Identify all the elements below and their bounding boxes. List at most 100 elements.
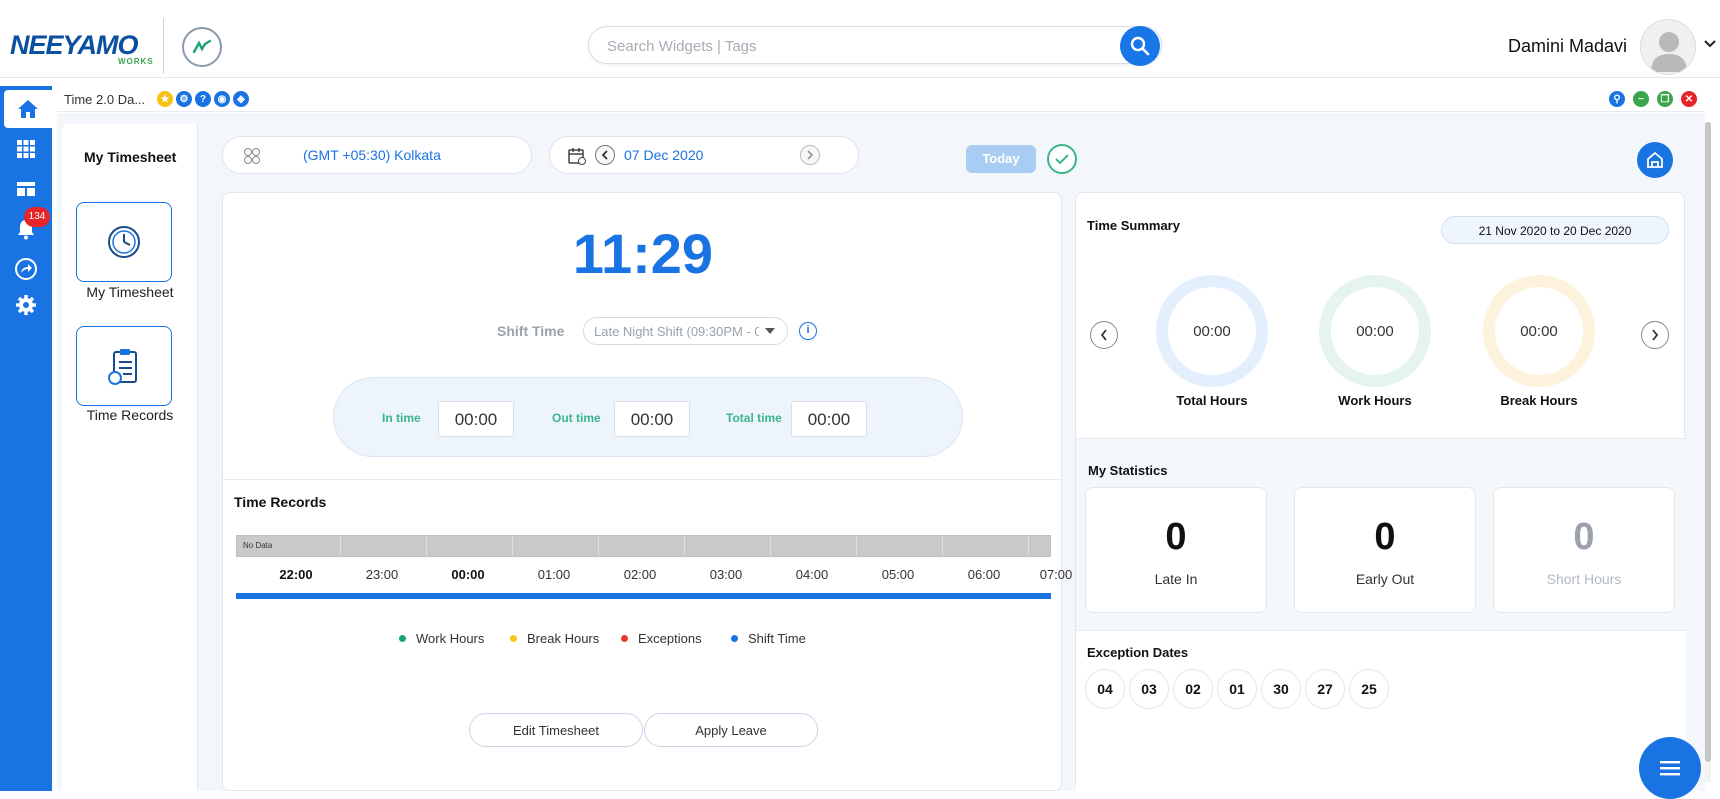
search-input[interactable] (607, 35, 1087, 57)
user-name[interactable]: Damini Madavi (1508, 36, 1627, 57)
close-icon[interactable]: ✕ (1681, 91, 1697, 107)
total-hours-label: Total Hours (1176, 393, 1248, 408)
timeline-hour-label: 22:00 (279, 567, 313, 582)
widget-titlebar: Time 2.0 Da... ★ ⚙ ? ◉ ◈ ⚲ − ❐ ✕ (57, 86, 1705, 112)
timeline-gridline (942, 536, 943, 558)
total-hours-ring: 00:00 (1156, 275, 1268, 387)
search-icon (1130, 36, 1150, 56)
left-sidebar (0, 86, 52, 791)
legend-work-hours: Work Hours (399, 631, 484, 646)
in-time-field[interactable]: 00:00 (438, 401, 514, 437)
search-button[interactable] (1120, 26, 1160, 66)
legend-label: Break Hours (527, 631, 600, 646)
date-value[interactable]: 07 Dec 2020 (624, 147, 703, 163)
work-hours-ring: 00:00 (1319, 275, 1431, 387)
shift-select[interactable]: Late Night Shift (09:30PM - 06:30AM) (583, 317, 788, 345)
timeline-bar: No Data (236, 535, 1051, 558)
timeline-gridline (512, 536, 513, 558)
legend-dot (399, 635, 406, 642)
apply-leave-button[interactable]: Apply Leave (644, 713, 818, 747)
timezone-selector[interactable]: (GMT +05:30) Kolkata (222, 136, 532, 174)
summary-card: Time Summary 21 Nov 2020 to 20 Dec 2020 … (1075, 192, 1686, 792)
timeline-hour-label: 06:00 (967, 567, 1001, 582)
info-icon[interactable]: i (799, 322, 817, 340)
home-icon[interactable] (4, 90, 52, 128)
check-icon[interactable] (1047, 144, 1077, 174)
current-time: 11:29 (572, 222, 714, 285)
break-hours-ring: 00:00 (1483, 275, 1595, 387)
works-logo-icon[interactable] (182, 27, 222, 67)
next-date-button[interactable] (800, 145, 820, 165)
legend-dot (621, 635, 628, 642)
timeline-gridline (1028, 536, 1029, 558)
pin-icon[interactable]: ⚲ (1609, 91, 1625, 107)
widget-title: Time 2.0 Da... (64, 92, 146, 107)
legend-label: Exceptions (638, 631, 702, 646)
short-hours-tile[interactable]: 0 Short Hours (1493, 487, 1675, 613)
work-hours-label: Work Hours (1338, 393, 1412, 408)
caret-down-icon (765, 328, 775, 334)
exception-date-chip[interactable]: 27 (1305, 669, 1345, 709)
exception-date-chip[interactable]: 25 (1349, 669, 1389, 709)
total-time-field: 00:00 (791, 401, 867, 437)
apps-grid-icon[interactable] (0, 130, 52, 168)
late-in-value: 0 (1165, 516, 1187, 558)
short-hours-label: Short Hours (1546, 571, 1622, 587)
camera-icon[interactable]: ◉ (214, 91, 230, 107)
timeline-gridline (340, 536, 341, 558)
avatar[interactable] (1640, 19, 1696, 75)
home-button[interactable] (1637, 142, 1673, 178)
exception-date-chip[interactable]: 30 (1261, 669, 1301, 709)
prev-date-button[interactable] (595, 145, 615, 165)
gear-icon[interactable] (0, 286, 52, 324)
time-records-label[interactable]: Time Records (62, 407, 198, 423)
out-time-label: Out time (552, 411, 601, 425)
my-timesheet-tile[interactable] (76, 202, 172, 282)
date-range-pill[interactable]: 21 Nov 2020 to 20 Dec 2020 (1441, 216, 1669, 244)
tag-icon[interactable]: ◈ (233, 91, 249, 107)
panel-title: My Timesheet (84, 149, 177, 165)
exception-date-chip[interactable]: 01 (1217, 669, 1257, 709)
edit-timesheet-button[interactable]: Edit Timesheet (469, 713, 643, 747)
chevron-down-icon[interactable] (1703, 37, 1717, 56)
chevron-right-icon (807, 150, 814, 160)
time-records-tile[interactable] (76, 326, 172, 406)
chevron-left-icon (1100, 329, 1107, 341)
exception-date-chip[interactable]: 02 (1173, 669, 1213, 709)
my-timesheet-label[interactable]: My Timesheet (62, 284, 198, 300)
timeline-hour-label: 04:00 (795, 567, 829, 582)
share-icon[interactable] (0, 250, 52, 288)
timesheet-menu-panel: My Timesheet My Timesheet Time Records (62, 124, 198, 791)
star-icon[interactable]: ★ (157, 91, 173, 107)
settings-icon[interactable]: ⚙ (176, 91, 192, 107)
summary-prev-button[interactable] (1090, 321, 1118, 349)
exception-date-chip[interactable]: 03 (1129, 669, 1169, 709)
timeline-hour-label: 07:00 (1039, 567, 1073, 582)
timezone-value: (GMT +05:30) Kolkata (303, 147, 441, 163)
today-button[interactable]: Today (966, 145, 1036, 173)
early-out-tile[interactable]: 0 Early Out (1294, 487, 1476, 613)
timeline-gridline (770, 536, 771, 558)
shift-select-value: Late Night Shift (09:30PM - 06:30AM) (594, 324, 759, 339)
minimize-icon[interactable]: − (1633, 91, 1649, 107)
calendar-icon (568, 148, 586, 165)
help-icon[interactable]: ? (195, 91, 211, 107)
shift-time-label: Shift Time (497, 323, 565, 339)
break-hours-label: Break Hours (1500, 393, 1578, 408)
restore-icon[interactable]: ❐ (1657, 91, 1673, 107)
time-entry-row: In time 00:00 Out time 00:00 Total time … (333, 377, 963, 457)
exception-date-chip[interactable]: 04 (1085, 669, 1125, 709)
timeline-hour-label: 01:00 (537, 567, 571, 582)
scrollbar-thumb[interactable] (1705, 122, 1711, 762)
timeline-hour-label: 03:00 (709, 567, 743, 582)
exception-dates-title: Exception Dates (1087, 645, 1189, 660)
shift-time-bar (236, 593, 1051, 599)
section-divider (223, 479, 1063, 480)
out-time-field[interactable]: 00:00 (614, 401, 690, 437)
dashboard-icon[interactable] (0, 170, 52, 208)
menu-fab-button[interactable] (1639, 737, 1701, 799)
clock-icon (108, 226, 140, 258)
late-in-tile[interactable]: 0 Late In (1085, 487, 1267, 613)
hamburger-icon (1660, 761, 1680, 776)
summary-next-button[interactable] (1641, 321, 1669, 349)
